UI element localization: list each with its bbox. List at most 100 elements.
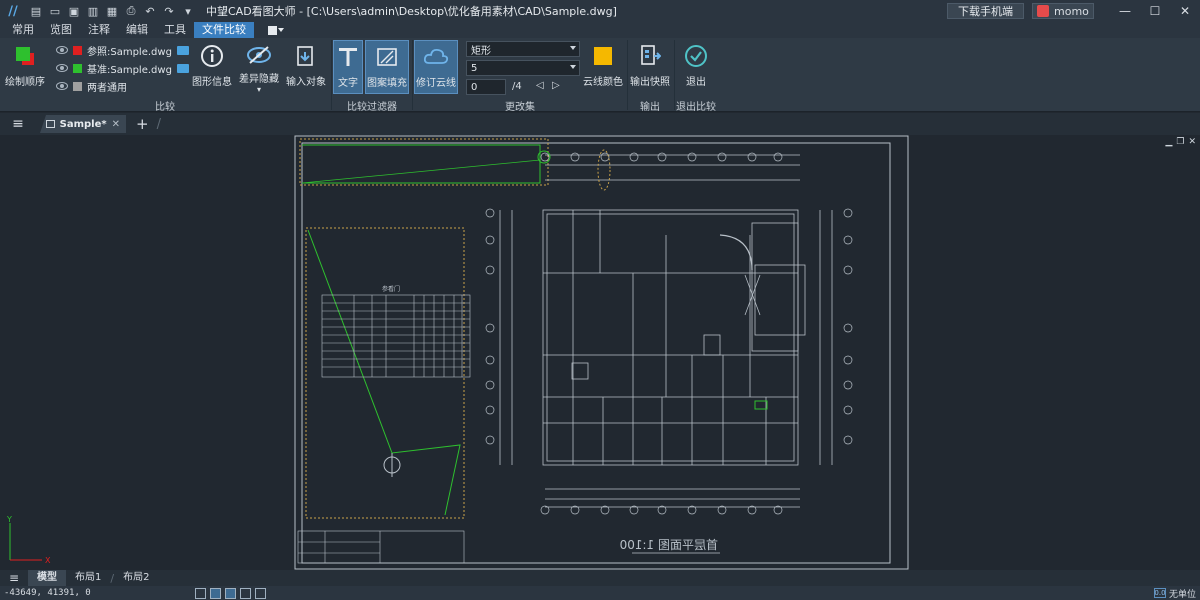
close-tab-icon[interactable]: ✕ [112, 119, 120, 130]
customize-dropdown-icon[interactable]: ▾ [180, 3, 196, 19]
panel-icon [268, 25, 277, 35]
layout-menu-icon[interactable]: ≡ [0, 571, 28, 585]
shape-info-button[interactable]: 图形信息 [190, 42, 234, 94]
hatch-filter-label: 图案填充 [367, 78, 407, 89]
shape-info-label: 图形信息 [192, 77, 232, 88]
common-color-swatch [73, 81, 82, 91]
chevron-down-icon: ▾ [256, 85, 261, 94]
close-icon[interactable]: ✕ [1170, 0, 1200, 22]
undo-icon[interactable]: ↶ [142, 3, 158, 19]
text-t-icon [334, 43, 362, 71]
maximize-icon[interactable]: ☐ [1140, 0, 1170, 22]
new-file-icon[interactable]: ▤ [28, 3, 44, 19]
open-folder-icon[interactable] [176, 45, 189, 55]
ribbon-separator [412, 40, 413, 110]
draw-order-icon [11, 42, 39, 70]
both-common-label: 两者通用 [87, 82, 127, 94]
unit-indicator[interactable]: 0.0 无单位 [1153, 586, 1196, 600]
fullscreen-icon[interactable] [255, 587, 266, 599]
save-icon[interactable]: ▣ [66, 3, 82, 19]
info-icon [198, 42, 226, 70]
tab-view[interactable]: 览图 [42, 22, 80, 38]
cloud-color-label: 云线颜色 [583, 77, 623, 88]
ucs-axis-icon: Y X [6, 515, 51, 565]
sheet-outer-frame [294, 135, 909, 570]
new-tab-icon[interactable]: + [136, 115, 149, 133]
ref-color-swatch [73, 45, 82, 55]
unit-label: 无单位 [1168, 589, 1196, 600]
restore-icon[interactable]: ❐ [1176, 137, 1184, 147]
save-as-icon[interactable]: ▥ [85, 3, 101, 19]
minimize-icon[interactable]: ▁ [1165, 137, 1172, 147]
menu-hamburger-icon[interactable]: ≡ [0, 113, 36, 135]
visibility-eye-icon[interactable] [56, 64, 68, 72]
export-snapshot-button[interactable]: 输出快照 [629, 42, 671, 94]
tab-tools[interactable]: 工具 [156, 22, 194, 38]
print-icon[interactable]: ⎙ [123, 3, 139, 19]
tab-annotate[interactable]: 注释 [80, 22, 118, 38]
tab-edit[interactable]: 编辑 [118, 22, 156, 38]
quick-access-toolbar: ▤ ▭ ▣ ▥ ▦ ⎙ ↶ ↷ ▾ [28, 3, 196, 19]
diff-hide-button[interactable]: 差异隐藏 ▾ [237, 42, 281, 94]
draw-order-button[interactable]: 绘制顺序 [4, 42, 46, 94]
grid-icon[interactable] [195, 587, 206, 599]
tab-layout2[interactable]: 布局2 [114, 570, 158, 586]
download-mobile-button[interactable]: 下载手机端 [947, 3, 1024, 19]
tab-common[interactable]: 常用 [4, 22, 42, 38]
ribbon-display-dropdown[interactable] [268, 24, 288, 36]
tab-divider: / [156, 116, 161, 132]
change-index-value: 0 [471, 81, 478, 93]
arc-size-value: 5 [471, 62, 478, 74]
close-icon[interactable]: ✕ [1188, 137, 1196, 147]
ortho-icon[interactable] [225, 587, 236, 599]
snap-icon[interactable] [210, 587, 221, 599]
change-total: /4 [512, 81, 522, 92]
minimize-icon[interactable]: — [1110, 0, 1140, 22]
title-bar: ∕∕ ▤ ▭ ▣ ▥ ▦ ⎙ ↶ ↷ ▾ 中望CAD看图大师 - [C:\Use… [0, 0, 1200, 22]
next-change-icon[interactable]: ▷ [552, 80, 560, 91]
revision-cloud [597, 149, 611, 191]
document-tab-label: Sample* [59, 118, 107, 130]
filter-text-toggle[interactable]: 文字 [333, 40, 363, 94]
input-object-button[interactable]: 输入对象 [284, 42, 328, 94]
input-object-label: 输入对象 [286, 77, 326, 88]
ref-file-row: 参照:Sample.dwg [56, 41, 189, 59]
exit-compare-button[interactable]: 退出 [676, 42, 716, 94]
document-tab-bar: ≡ Sample* ✕ + / [0, 113, 1200, 135]
drawing-canvas[interactable]: 参看门 首层平面图 1:100 Y X ▁ ❐ ✕ [0, 135, 1200, 570]
diff-line [301, 159, 541, 184]
diff-hide-label: 差异隐藏 [239, 74, 279, 85]
tab-model[interactable]: 模型 [28, 570, 66, 586]
change-index-field[interactable]: 0 [466, 79, 506, 95]
filter-hatch-toggle[interactable]: 图案填充 [365, 40, 409, 94]
user-account-button[interactable]: momo [1032, 3, 1094, 19]
base-file-label: 基准:Sample.dwg [87, 64, 172, 76]
document-tab[interactable]: Sample* ✕ [40, 115, 126, 133]
layout-tab-bar: ≡ 模型 布局1 / 布局2 [0, 570, 1200, 586]
open-folder-icon[interactable] [176, 63, 189, 73]
revision-cloud [299, 138, 549, 186]
cloud-shape-select[interactable]: 矩形 [466, 41, 580, 57]
lineweight-icon[interactable] [240, 587, 251, 599]
revision-cloud-toggle[interactable]: 修订云线 [414, 40, 458, 94]
revcloud-label: 修订云线 [416, 78, 456, 89]
plan-title: 首层平面图 1:100 [620, 538, 718, 552]
arc-size-stepper[interactable]: 5 [466, 60, 580, 76]
ribbon-tabs: 常用 览图 注释 编辑 工具 文件比较 [0, 22, 1200, 38]
visibility-eye-icon[interactable] [56, 46, 68, 54]
export-icon[interactable]: ▦ [104, 3, 120, 19]
visibility-eye-icon[interactable] [56, 82, 68, 90]
chevron-down-icon [570, 46, 576, 50]
tab-file-compare[interactable]: 文件比较 [194, 22, 254, 38]
cad-drawing[interactable]: 参看门 首层平面图 1:100 Y X [0, 135, 1200, 570]
cloud-color-button[interactable]: 云线颜色 [582, 42, 624, 94]
prev-change-icon[interactable]: ◁ [536, 80, 544, 91]
open-folder-icon[interactable]: ▭ [47, 3, 63, 19]
redo-icon[interactable]: ↷ [161, 3, 177, 19]
avatar [1037, 5, 1049, 17]
export-snapshot-label: 输出快照 [630, 77, 670, 88]
tab-layout1[interactable]: 布局1 [66, 570, 110, 586]
base-color-swatch [73, 63, 82, 73]
diff-line [307, 229, 461, 516]
window-title: 中望CAD看图大师 - [C:\Users\admin\Desktop\优化备用… [206, 5, 617, 18]
